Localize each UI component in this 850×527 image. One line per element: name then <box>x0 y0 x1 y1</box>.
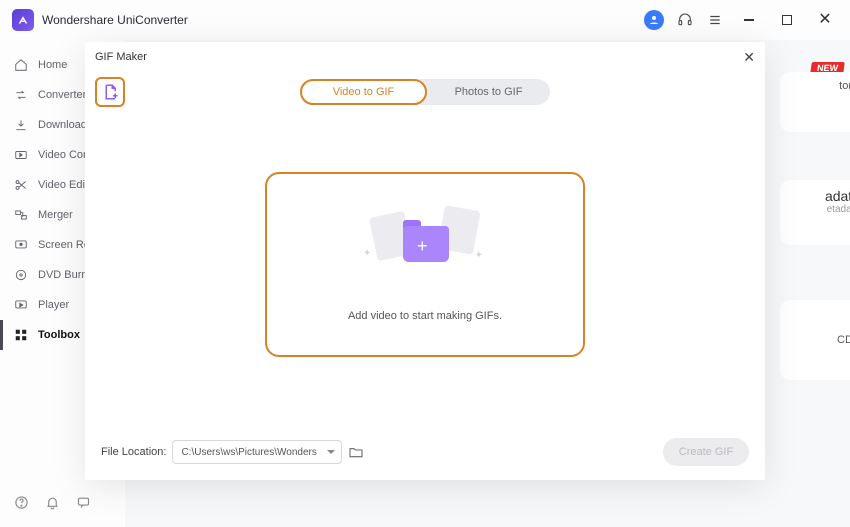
add-video-dropzone[interactable]: + ✦ ✦ Add video to start making GIFs. <box>265 172 585 357</box>
add-file-button[interactable] <box>95 77 125 107</box>
compress-icon <box>14 148 28 162</box>
window-maximize[interactable] <box>774 15 800 25</box>
home-icon <box>14 58 28 72</box>
bg-card-metadata: adata etadata <box>780 180 850 245</box>
sidebar-item-label: Toolbox <box>38 329 80 341</box>
sidebar-item-label: Player <box>38 299 69 311</box>
tab-video-to-gif[interactable]: Video to GIF <box>300 79 427 105</box>
sidebar-bottom <box>0 483 125 527</box>
tab-photos-to-gif[interactable]: Photos to GIF <box>427 79 550 105</box>
app-logo <box>12 9 34 31</box>
toolbox-icon <box>14 328 28 342</box>
file-location-label: File Location: <box>101 446 166 458</box>
open-folder-button[interactable] <box>348 443 366 461</box>
app-title: Wondershare UniConverter <box>42 13 644 27</box>
file-location-select[interactable]: C:\Users\ws\Pictures\Wonders <box>172 440 342 464</box>
window-close[interactable]: ✕ <box>812 12 838 28</box>
modal-title: GIF Maker <box>95 51 147 63</box>
bg-metadata-title: adata <box>788 188 850 204</box>
bell-icon[interactable] <box>45 495 60 515</box>
mode-tabs: Video to GIF Photos to GIF <box>300 79 550 105</box>
titlebar: Wondershare UniConverter ✕ <box>0 0 850 40</box>
window-minimize[interactable] <box>736 19 762 21</box>
bg-metadata-sub: etadata <box>788 204 850 215</box>
merger-icon <box>14 208 28 222</box>
recorder-icon <box>14 238 28 252</box>
scissors-icon <box>14 178 28 192</box>
folder-plus-illustration: + ✦ ✦ <box>365 208 485 288</box>
menu-icon[interactable] <box>706 11 724 29</box>
download-icon <box>14 118 28 132</box>
user-avatar[interactable] <box>644 10 664 30</box>
modal-close-button[interactable]: ✕ <box>743 49 755 66</box>
sidebar-item-label: Home <box>38 59 67 71</box>
headset-icon[interactable] <box>676 11 694 29</box>
gif-maker-modal: GIF Maker ✕ Video to GIF Photos to GIF +… <box>85 42 765 480</box>
create-gif-button[interactable]: Create GIF <box>663 438 749 466</box>
bg-card-tor: tor <box>780 72 850 132</box>
player-icon <box>14 298 28 312</box>
disc-icon <box>14 268 28 282</box>
converter-icon <box>14 88 28 102</box>
sidebar-item-label: Converter <box>38 89 86 101</box>
help-icon[interactable] <box>14 495 29 515</box>
dropzone-text: Add video to start making GIFs. <box>348 310 502 322</box>
feedback-icon[interactable] <box>76 495 91 515</box>
sidebar-item-label: Merger <box>38 209 73 221</box>
bg-card-cd: CD. <box>780 300 850 380</box>
